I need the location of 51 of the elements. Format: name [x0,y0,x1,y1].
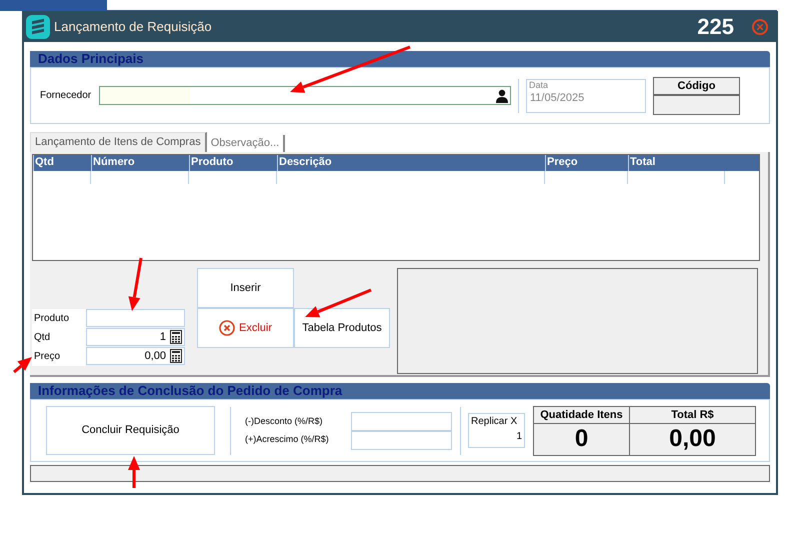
annotation-arrow [13,357,32,374]
input-field[interactable]: 0,00 [86,347,185,365]
count-value: 0 [534,424,630,454]
close-icon [757,24,763,30]
delete-button[interactable]: Excluir [197,308,294,348]
annotation-arrow [305,288,372,318]
column-header: Produto [189,155,277,171]
discount-label: (-)Desconto (%/R$) [245,415,324,428]
annotation-arrow [128,456,140,488]
section-header: Informações de Conclusão do Pedido de Compra [30,383,770,399]
date-label: Data [529,80,550,90]
discount-field[interactable] [351,412,452,430]
tab[interactable]: Lançamento de Itens de Compras [30,132,207,152]
surcharge-field[interactable] [351,430,452,450]
record-number: 225 [697,13,734,41]
supplier-field[interactable] [99,86,511,105]
column-header: Total [628,155,725,171]
calculator-icon[interactable] [170,330,182,344]
replicate-field[interactable]: Replicar X 1 [468,413,525,448]
replicate-value: 1 [516,430,522,444]
finish-button[interactable]: Concluir Requisição [46,406,215,455]
field-label: Preço [32,347,86,366]
total-value: 0,00 [668,424,717,454]
surcharge-label: (+)Acrescimo (%/R$) [245,432,330,446]
code-label: Código [654,78,739,96]
count-label: Quatidade Itens [534,406,630,424]
close-button[interactable] [752,18,768,34]
date-field[interactable]: Data 11/05/2025 [526,78,646,112]
field-value: 1 [160,330,166,345]
replicate-label: Replicar X [471,415,518,429]
delete-icon [218,320,235,336]
field-label: Qtd [32,328,86,347]
supplier-label: Fornecedor [40,89,92,103]
input-field[interactable] [86,309,185,327]
products-table-button[interactable]: Tabela Produtos [294,308,390,348]
input-field[interactable]: 1 [86,328,185,346]
window-title: Lançamento de Requisição [54,18,212,36]
column-header: Descrição [277,155,545,171]
date-value: 11/05/2025 [529,90,586,104]
delete-label: Excluir [238,320,272,336]
calculator-icon[interactable] [170,349,182,363]
annotation-arrow [128,258,142,311]
column-header: Número [91,155,189,171]
person-icon[interactable] [496,88,508,102]
field-label: Produto [32,309,86,328]
section-header: Dados Principais [30,51,770,67]
insert-button[interactable]: Inserir [197,268,294,308]
column-header: Preço [545,155,628,171]
total-label: Total R$ [630,406,755,424]
field-value: 0,00 [144,348,166,364]
column-header: Qtd [33,155,91,171]
